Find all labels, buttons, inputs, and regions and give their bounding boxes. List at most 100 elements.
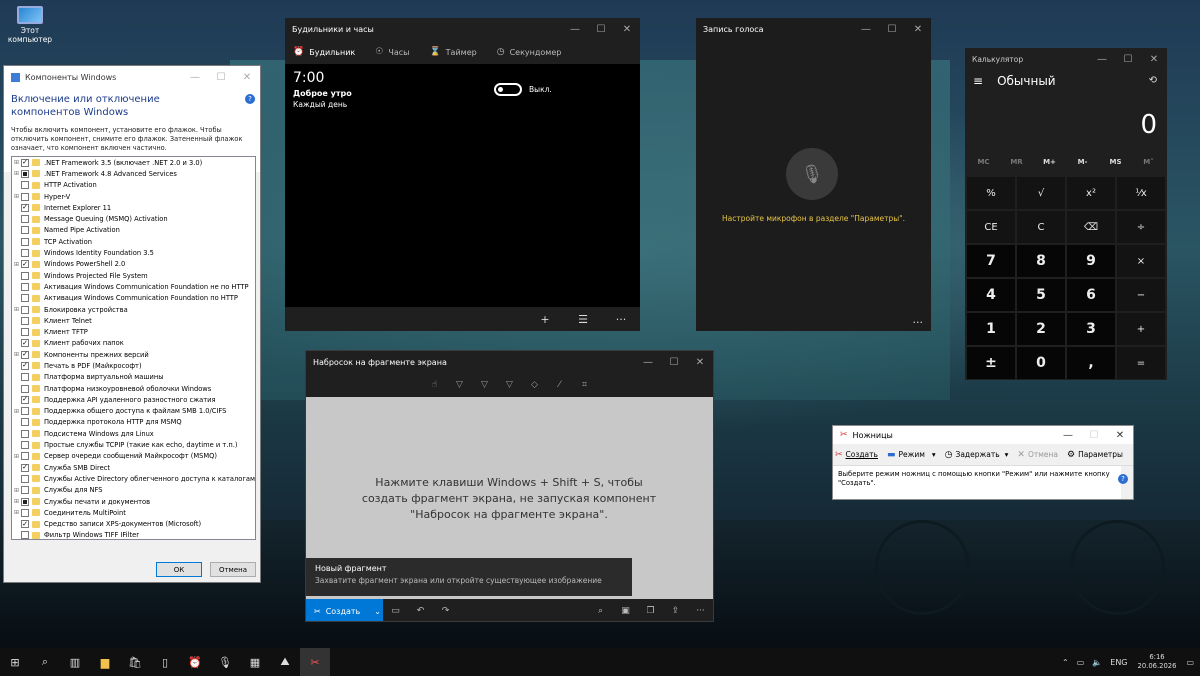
feature-row[interactable]: Message Queuing (MSMQ) Activation <box>12 213 255 224</box>
minimize-icon[interactable]: — <box>562 18 588 40</box>
start-icon[interactable]: ⊞ <box>0 648 30 676</box>
calc-key[interactable]: 7 <box>967 245 1015 277</box>
feature-row[interactable]: ✓ Клиент рабочих папок <box>12 338 255 349</box>
feature-row[interactable]: ⊞ Поддержка общего доступа к файлам SMB 1… <box>12 406 255 417</box>
calc-key[interactable]: , <box>1067 347 1115 379</box>
feature-checkbox[interactable] <box>21 429 29 438</box>
chevron-down-icon[interactable]: ⌄ <box>374 607 381 616</box>
clock[interactable]: 6:16 20.06.2026 <box>1138 653 1177 671</box>
alarms-taskbar-icon[interactable]: ⏰ <box>180 648 210 676</box>
more-icon[interactable]: ··· <box>602 313 640 326</box>
calculator-taskbar-icon[interactable]: ▦ <box>240 648 270 676</box>
voice-recorder-taskbar-icon[interactable]: 🎙 <box>210 648 240 676</box>
calc-key[interactable]: ± <box>967 347 1015 379</box>
feature-checkbox[interactable] <box>21 384 29 393</box>
expand-icon[interactable]: ⊞ <box>12 261 21 268</box>
feature-checkbox[interactable]: ✓ <box>21 395 29 404</box>
feature-checkbox[interactable] <box>21 305 29 314</box>
close-icon[interactable]: ✕ <box>687 351 713 373</box>
feature-row[interactable]: Активация Windows Communication Foundati… <box>12 281 255 292</box>
feature-row[interactable]: ⊞ Блокировка устройства <box>12 304 255 315</box>
help-icon[interactable]: ? <box>245 94 255 104</box>
chevron-up-icon[interactable]: ⌃ <box>1062 658 1069 667</box>
add-alarm-icon[interactable]: + <box>526 313 564 326</box>
feature-row[interactable]: Фильтр Windows TIFF IFilter <box>12 530 255 539</box>
calc-key[interactable]: 5 <box>1017 279 1065 311</box>
calc-key[interactable]: x² <box>1067 177 1115 209</box>
features-tree[interactable]: ⊞ ✓ .NET Framework 3.5 (включает .NET 2.0 … <box>11 156 256 540</box>
feature-checkbox[interactable] <box>21 531 29 539</box>
close-icon[interactable]: ✕ <box>1107 426 1133 444</box>
tab-stopwatch[interactable]: ◷ Секундомер <box>497 47 562 57</box>
memory-button[interactable]: MS <box>1099 158 1132 166</box>
feature-row[interactable]: Windows Identity Foundation 3.5 <box>12 247 255 258</box>
alarm-time[interactable]: 7:00 <box>293 70 324 86</box>
calc-key[interactable]: − <box>1117 279 1165 311</box>
calc-key[interactable]: % <box>967 177 1015 209</box>
windows-features-taskbar-icon[interactable]: ▯ <box>150 648 180 676</box>
file-explorer-icon[interactable]: ▆ <box>90 648 120 676</box>
notifications-icon[interactable]: ▭ <box>1186 658 1194 667</box>
calc-key[interactable]: ⌫ <box>1067 211 1115 243</box>
feature-row[interactable]: ⊞ ✓ Компоненты прежних версий <box>12 349 255 360</box>
calc-key[interactable]: × <box>1117 245 1165 277</box>
feature-row[interactable]: Named Pipe Activation <box>12 225 255 236</box>
snipping-tool-taskbar-icon[interactable]: ✂ <box>300 648 330 676</box>
feature-checkbox[interactable] <box>21 169 29 178</box>
expand-icon[interactable]: ⊞ <box>12 509 21 516</box>
feature-checkbox[interactable] <box>21 316 29 325</box>
memory-button[interactable]: M- <box>1066 158 1099 166</box>
save-icon[interactable]: ▣ <box>613 606 638 616</box>
expand-icon[interactable]: ⊞ <box>12 408 21 415</box>
desktop-icon-this-pc[interactable]: Этот компьютер <box>6 6 54 44</box>
feature-checkbox[interactable] <box>21 181 29 190</box>
minimize-icon[interactable]: — <box>853 18 879 40</box>
photos-taskbar-icon[interactable]: ⛰ <box>270 648 300 676</box>
search-icon[interactable]: ⌕ <box>30 648 60 676</box>
alarm-toggle[interactable] <box>494 83 522 96</box>
maximize-icon[interactable]: ☐ <box>661 351 687 373</box>
ruler-icon[interactable]: ⁄ <box>547 380 572 390</box>
create-snip-button[interactable]: ✂ Создать ⌄ <box>306 599 383 621</box>
memory-button[interactable]: M+ <box>1033 158 1066 166</box>
feature-checkbox[interactable] <box>21 237 29 246</box>
feature-checkbox[interactable] <box>21 294 29 303</box>
options-button[interactable]: ⚙ Параметры <box>1067 450 1123 460</box>
pencil-icon[interactable]: ▽ <box>472 380 497 390</box>
feature-row[interactable]: Активация Windows Communication Foundati… <box>12 293 255 304</box>
expand-icon[interactable]: ⊞ <box>12 453 21 460</box>
feature-checkbox[interactable] <box>21 215 29 224</box>
input-language[interactable]: ENG <box>1110 658 1127 667</box>
redo-icon[interactable]: ↷ <box>433 606 458 616</box>
feature-row[interactable]: ⊞ ✓ Windows PowerShell 2.0 <box>12 259 255 270</box>
feature-row[interactable]: Поддержка протокола HTTP для MSMQ <box>12 417 255 428</box>
delay-button[interactable]: ◷ Задержать ▾ <box>945 450 1009 460</box>
feature-checkbox[interactable] <box>21 192 29 201</box>
feature-checkbox[interactable] <box>21 373 29 382</box>
feature-row[interactable]: Платформа виртуальной машины <box>12 372 255 383</box>
feature-checkbox[interactable] <box>21 249 29 258</box>
feature-checkbox[interactable]: ✓ <box>21 203 29 212</box>
calc-key[interactable]: 1 <box>967 313 1015 345</box>
feature-checkbox[interactable] <box>21 418 29 427</box>
highlighter-icon[interactable]: ▽ <box>497 380 522 390</box>
feature-row[interactable]: ✓ Поддержка API удаленного разностного сж… <box>12 394 255 405</box>
feature-row[interactable]: Windows Projected File System <box>12 270 255 281</box>
feature-checkbox[interactable]: ✓ <box>21 158 29 167</box>
feature-row[interactable]: Клиент TFTP <box>12 326 255 337</box>
feature-row[interactable]: ✓ Служба SMB Direct <box>12 462 255 473</box>
microphone-icon[interactable]: 🎙 <box>786 148 838 200</box>
calc-key[interactable]: 3 <box>1067 313 1115 345</box>
tab-alarm[interactable]: ⏰ Будильник <box>293 47 355 57</box>
tab-clock[interactable]: ☉ Часы <box>375 47 409 57</box>
maximize-icon[interactable]: ☐ <box>588 18 614 40</box>
feature-row[interactable]: Подсистема Windows для Linux <box>12 428 255 439</box>
feature-row[interactable]: Простые службы TCPIP (такие как echo, da… <box>12 439 255 450</box>
feature-checkbox[interactable] <box>21 407 29 416</box>
calc-key[interactable]: 0 <box>1017 347 1065 379</box>
feature-checkbox[interactable]: ✓ <box>21 339 29 348</box>
close-icon[interactable]: ✕ <box>905 18 931 40</box>
expand-icon[interactable]: ⊞ <box>12 193 21 200</box>
calc-key[interactable]: CE <box>967 211 1015 243</box>
calc-key[interactable]: 4 <box>967 279 1015 311</box>
